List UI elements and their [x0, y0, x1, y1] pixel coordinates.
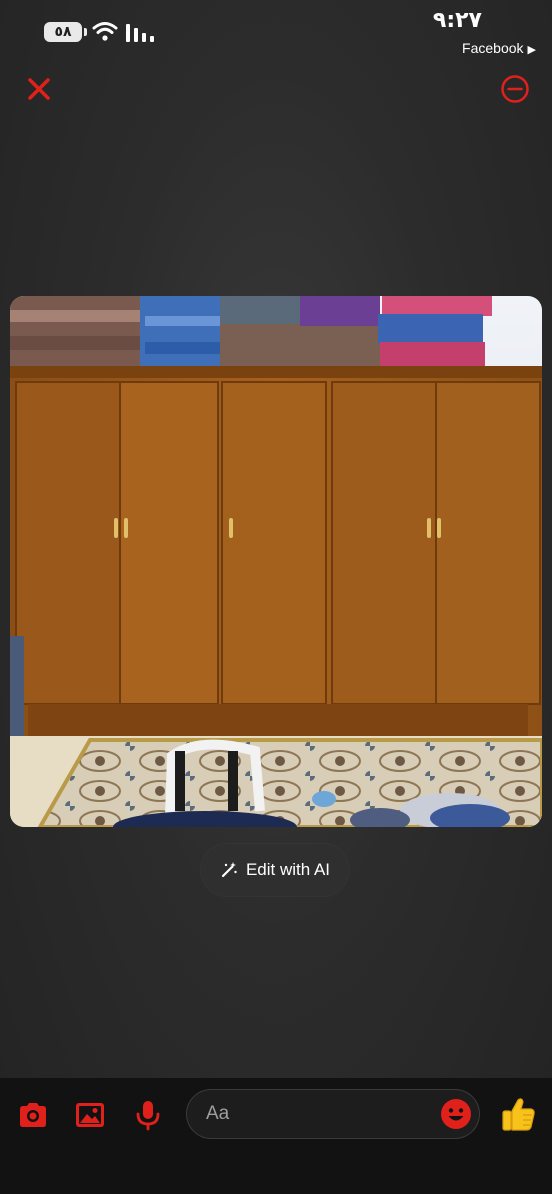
clock: ٩:٢٧: [432, 8, 482, 33]
back-to-app-link[interactable]: Facebook ▶: [462, 40, 536, 56]
close-icon[interactable]: [24, 74, 54, 104]
play-arrow-icon: ▶: [527, 44, 536, 56]
edit-with-ai-label: Edit with AI: [245, 860, 331, 879]
gallery-icon[interactable]: [73, 1098, 107, 1132]
battery-indicator: ٥٨: [44, 22, 82, 42]
thumbs-up-icon[interactable]: [498, 1094, 538, 1134]
camera-icon[interactable]: [16, 1098, 50, 1132]
message-input[interactable]: Aa: [186, 1089, 480, 1139]
emoji-icon[interactable]: [440, 1098, 472, 1130]
wardrobe-photo: [10, 296, 542, 827]
signal-icon: [126, 24, 154, 42]
wifi-icon: [92, 22, 118, 41]
status-bar: ٥٨ ٩:٢٧ Facebook ▶: [0, 0, 552, 64]
back-app-label: Facebook: [462, 40, 524, 56]
magic-wand-icon: [221, 862, 237, 878]
microphone-icon[interactable]: [131, 1098, 165, 1132]
more-options-icon[interactable]: [498, 72, 532, 106]
photo-preview: [10, 296, 542, 827]
edit-with-ai-button[interactable]: Edit with AI: [201, 844, 349, 896]
battery-tip: [84, 28, 87, 36]
